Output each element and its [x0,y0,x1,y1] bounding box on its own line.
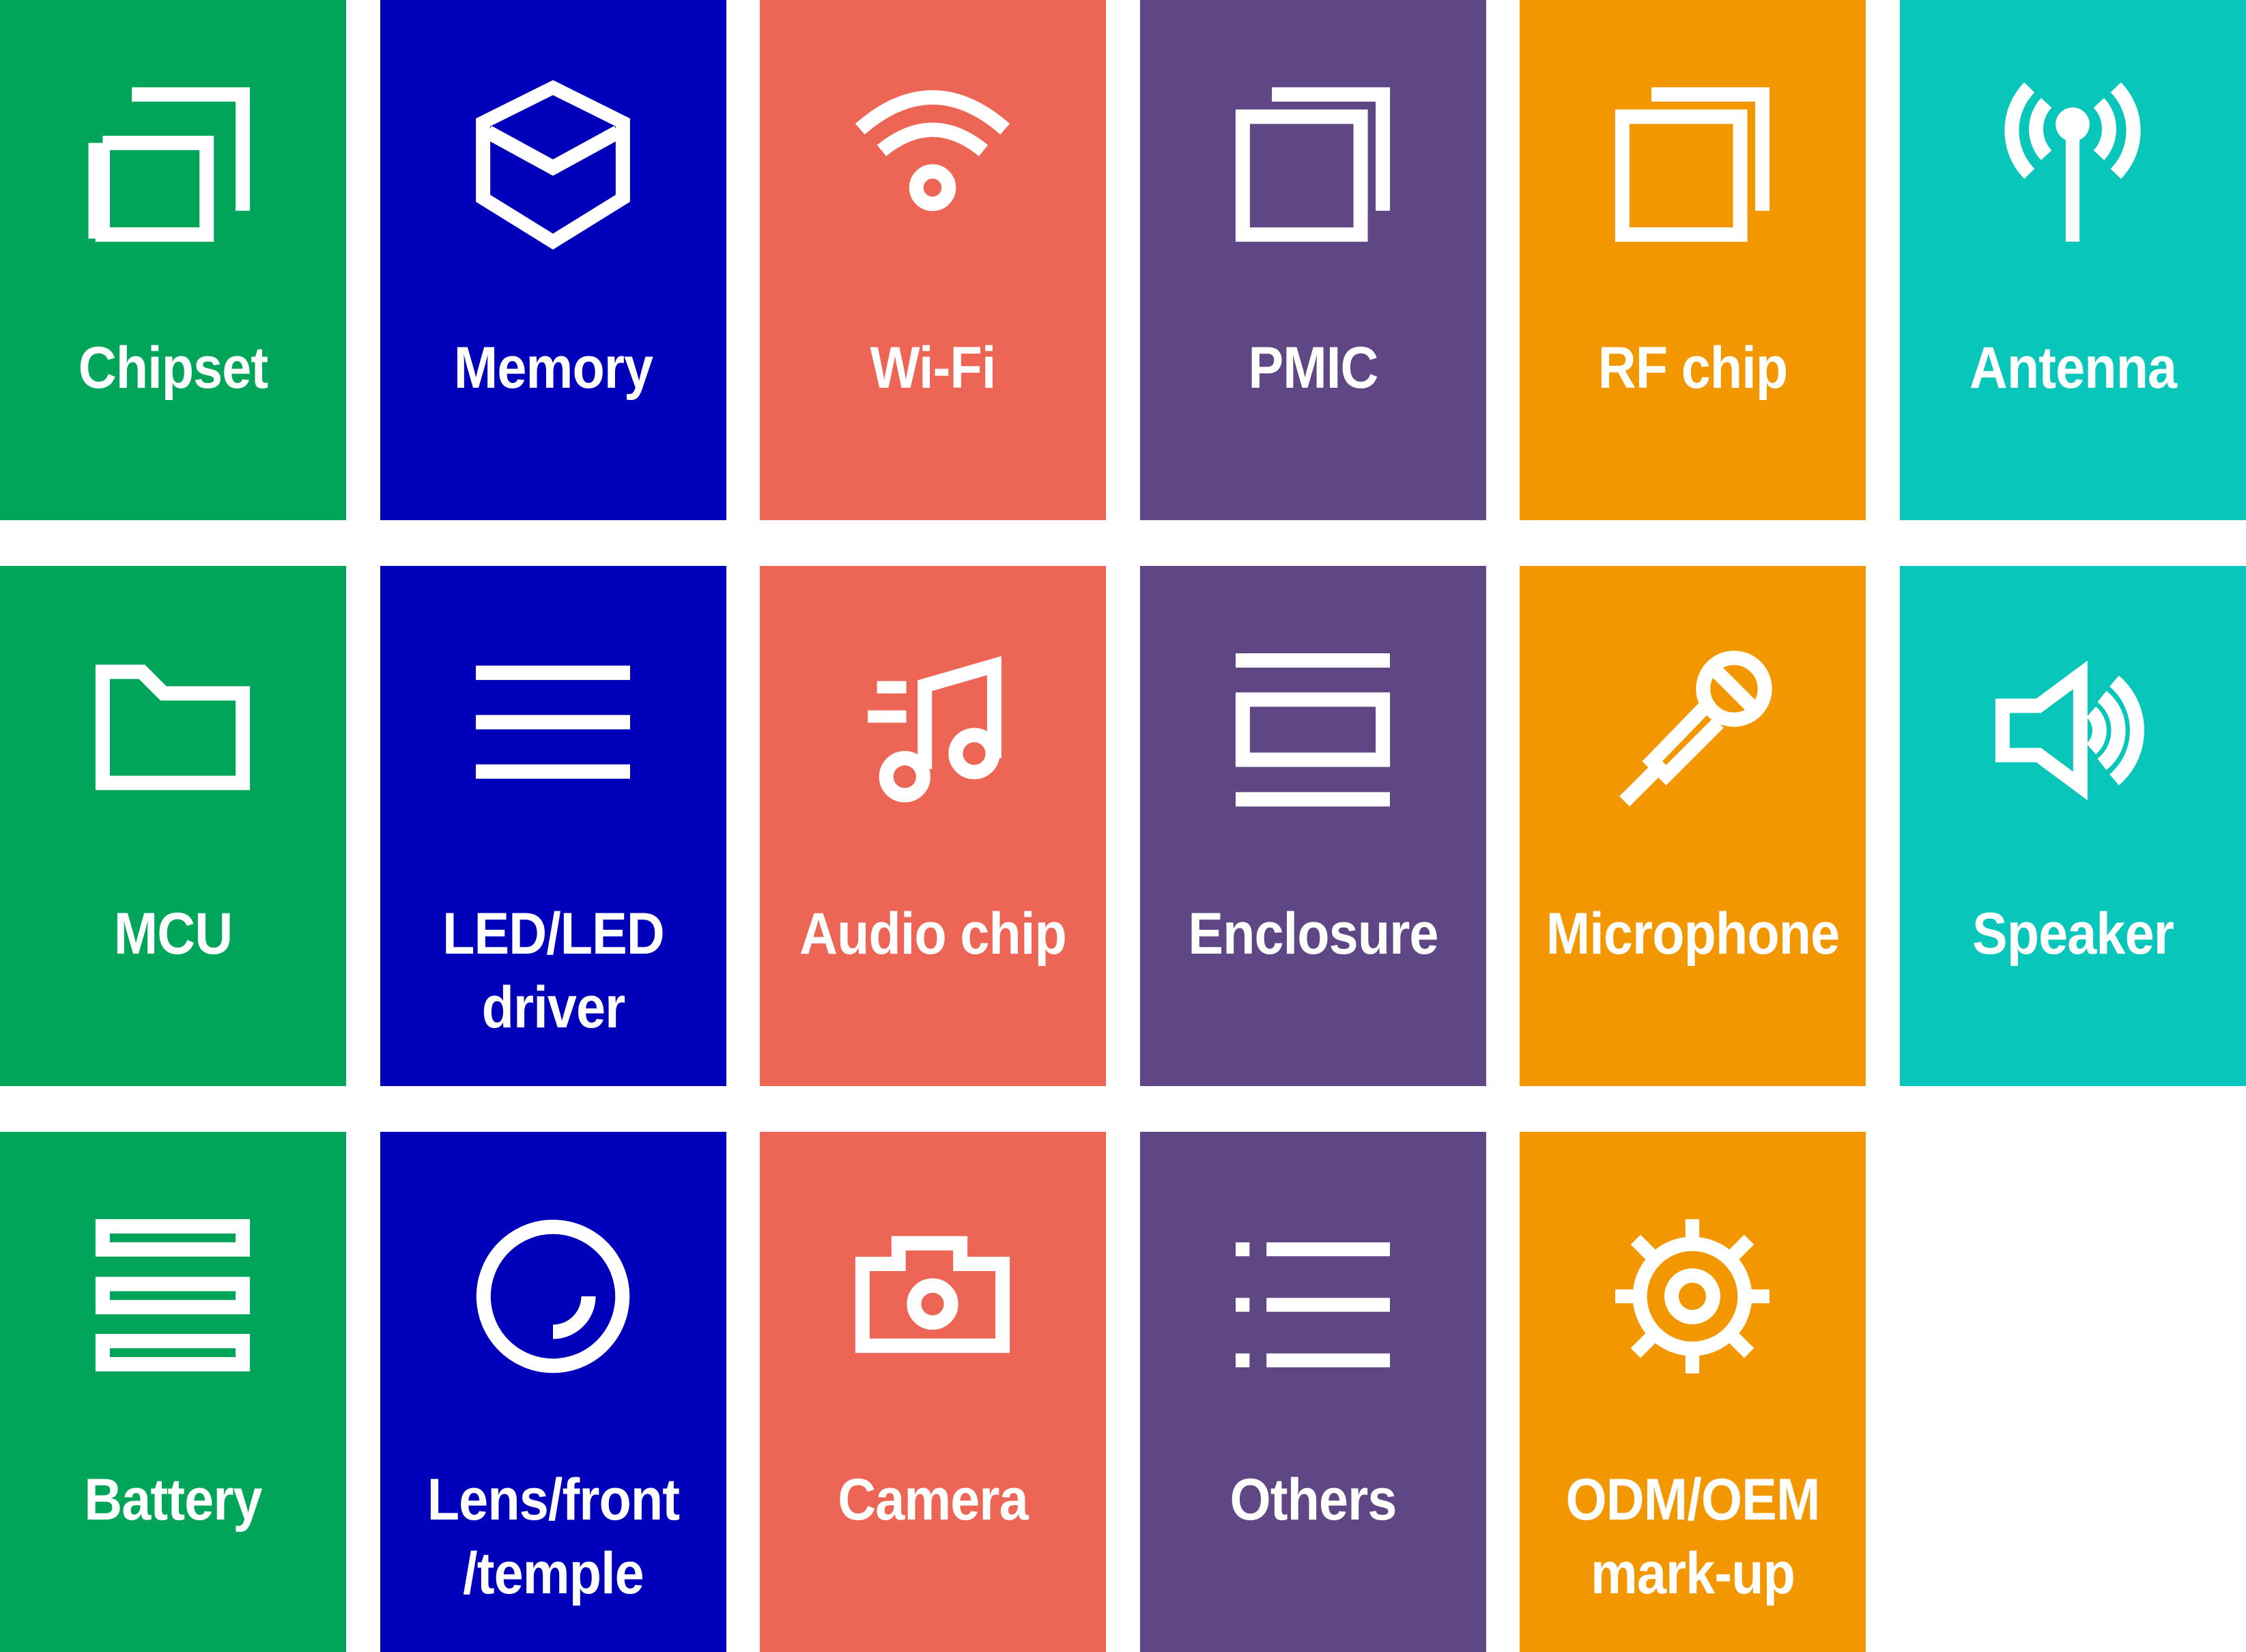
tile-rf-chip[interactable]: RF chip [1520,0,1866,520]
tile-chipset[interactable]: Chipset [0,0,346,520]
tile-mcu[interactable]: MCU [0,566,346,1086]
tile-pmic[interactable]: PMIC [1140,0,1486,520]
tile-label: Speaker [1972,901,2174,967]
tile-others[interactable]: Others [1140,1132,1486,1652]
enclosure-icon [1235,653,1391,808]
tile-lens[interactable]: Lens/front/temple [380,1132,726,1652]
tile-label: Antenna [1969,335,2177,401]
camera-icon [855,1219,1010,1373]
menu-lines-icon [476,653,630,808]
tile-label: Enclosure [1188,901,1438,967]
tile-led-driver[interactable]: LED/LED driver [380,566,726,1086]
tile-label: Audio chip [799,901,1067,967]
component-tile-grid: Chipset Memory Wi-Fi PMIC RF chip Antenn… [0,0,2246,1652]
tile-memory[interactable]: Memory [380,0,726,520]
tile-label: Lens/front/temple [427,1467,680,1606]
list-icon [1236,1219,1390,1373]
tile-microphone[interactable]: Microphone [1520,566,1866,1086]
tile-label: Battery [84,1467,262,1533]
gear-icon [1615,1219,1769,1373]
copy-squares-icon [1235,87,1391,242]
tile-antenna[interactable]: Antenna [1900,0,2246,520]
tile-label: ODM/OEM mark-up [1565,1467,1820,1606]
tile-enclosure[interactable]: Enclosure [1140,566,1486,1086]
tile-label: Camera [838,1467,1028,1533]
copy-squares-icon [88,87,251,242]
tile-label: RF chip [1597,335,1788,401]
tile-label: PMIC [1248,335,1379,401]
tile-label: Memory [453,335,653,401]
tile-label: MCU [113,901,233,967]
tile-label: Chipset [78,335,268,401]
tile-battery[interactable]: Battery [0,1132,346,1652]
music-note-icon [855,653,1010,808]
stacked-bars-icon [95,1219,251,1373]
tile-label: LED/LED driver [442,901,665,1040]
folder-icon [95,653,251,808]
cube-icon [476,80,630,250]
tile-odm-oem[interactable]: ODM/OEM mark-up [1520,1132,1866,1652]
wifi-icon [855,87,1010,242]
tile-camera[interactable]: Camera [760,1132,1106,1652]
tile-speaker[interactable]: Speaker [1900,566,2246,1086]
tile-label: Microphone [1546,901,1840,967]
tile-label: Wi-Fi [870,335,997,401]
copy-squares-icon [1615,87,1770,242]
speaker-icon [1995,653,2150,808]
tile-audio-chip[interactable]: Audio chip [760,566,1106,1086]
tile-wifi[interactable]: Wi-Fi [760,0,1106,520]
antenna-icon [1995,82,2150,242]
microphone-icon [1615,651,1772,808]
lens-icon [476,1219,630,1373]
tile-label: Others [1229,1467,1397,1533]
